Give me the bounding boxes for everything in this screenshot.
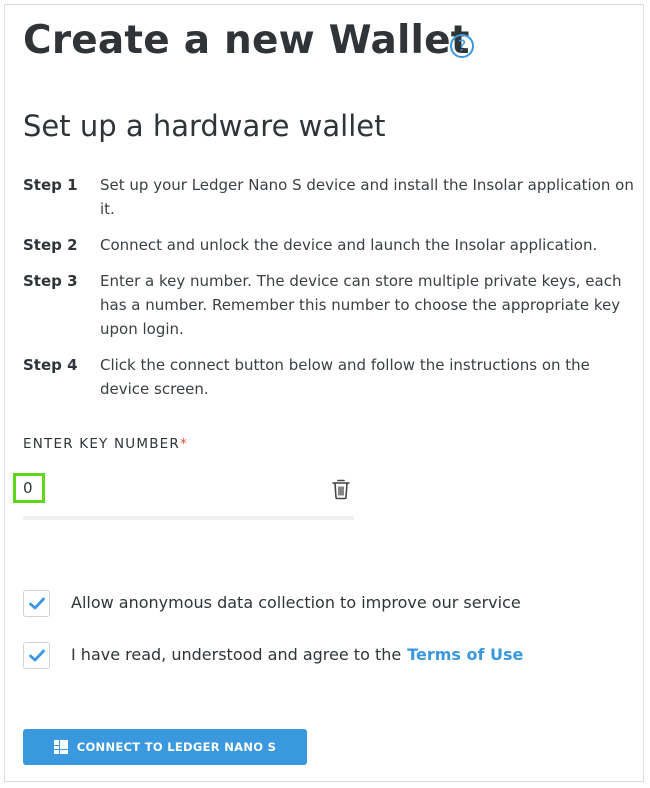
key-number-label: ENTER KEY NUMBER* xyxy=(23,436,188,452)
step-label: Step 4 xyxy=(23,356,78,374)
terms-checkbox[interactable] xyxy=(23,642,50,669)
analytics-checkbox-label: Allow anonymous data collection to impro… xyxy=(71,593,521,612)
step-label: Step 3 xyxy=(23,272,78,290)
key-input-underline xyxy=(23,516,354,520)
section-title: Set up a hardware wallet xyxy=(23,109,386,143)
step-label: Step 1 xyxy=(23,176,78,194)
key-number-input[interactable] xyxy=(13,473,45,503)
connect-button-label: CONNECT TO LEDGER NANO S xyxy=(76,740,277,754)
required-mark: * xyxy=(180,436,188,452)
terms-text: I have read, understood and agree to the xyxy=(71,645,402,664)
question-circle-icon[interactable]: ? xyxy=(450,34,474,58)
page-title: Create a new Wallet xyxy=(23,18,470,63)
step-text: Set up your Ledger Nano S device and ins… xyxy=(100,176,634,218)
ledger-icon xyxy=(53,740,68,754)
connect-ledger-button[interactable]: CONNECT TO LEDGER NANO S xyxy=(23,729,307,765)
trash-icon[interactable] xyxy=(331,478,351,500)
checkmark-icon xyxy=(29,649,45,662)
step-text: Enter a key number. The device can store… xyxy=(100,272,622,338)
terms-of-use-link[interactable]: Terms of Use xyxy=(407,645,523,664)
step-label: Step 2 xyxy=(23,236,78,254)
step-text: Connect and unlock the device and launch… xyxy=(100,236,598,254)
analytics-checkbox[interactable] xyxy=(23,590,50,617)
key-number-label-text: ENTER KEY NUMBER xyxy=(23,436,180,452)
step-text: Click the connect button below and follo… xyxy=(100,356,590,398)
terms-checkbox-label: I have read, understood and agree to the… xyxy=(71,645,523,664)
checkmark-icon xyxy=(29,597,45,610)
